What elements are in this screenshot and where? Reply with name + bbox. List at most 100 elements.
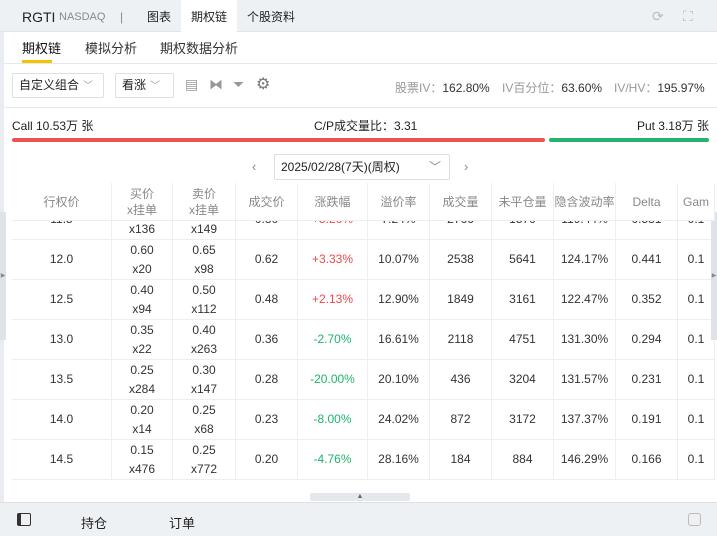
tab-positions[interactable]: 持仓 [81, 513, 107, 532]
cell-text: 0.166 [631, 452, 662, 466]
column-header-strike[interactable]: 行权价 [12, 183, 112, 220]
cell-text: 4751 [509, 332, 536, 346]
cell-text: x98 [194, 261, 214, 276]
cell-gamma: 0.1 [678, 280, 715, 319]
cell-text: 0.65 [192, 242, 216, 257]
cell-text: 20.10% [378, 372, 419, 386]
layout-icon[interactable]: ▤ [185, 76, 198, 93]
cell-text: 5641 [509, 252, 536, 266]
split-icon[interactable]: ⧓ [209, 76, 223, 93]
gear-icon[interactable]: ⚙ [256, 74, 270, 94]
cell-text: -8.00% [313, 412, 352, 426]
cell-change: -8.00% [298, 400, 368, 439]
cell-text: 0.1 [687, 332, 705, 346]
cell-iv: 137.37% [554, 400, 616, 439]
column-header-volume[interactable]: 成交量 [430, 183, 492, 220]
cell-delta: 0.191 [616, 400, 678, 439]
combo-select[interactable]: 自定义组合 ﹀ [12, 73, 104, 98]
cell-open-interest: 3161 [492, 280, 554, 319]
cell-text: 0.30 [192, 362, 216, 377]
subtab-simulate[interactable]: 模拟分析 [85, 38, 137, 57]
cell-text: 3204 [509, 372, 536, 386]
cell-text: 10.07% [378, 252, 419, 266]
column-header-gamma[interactable]: Gam [678, 183, 715, 220]
cell-text: x284 [128, 381, 156, 396]
column-header-bid[interactable]: 买价 x挂单 [112, 183, 173, 220]
collapse-handle[interactable]: ▲ [310, 493, 410, 501]
cell-text: 436 [450, 372, 471, 386]
cell-text: 0.25 [192, 442, 216, 457]
header-text: 行权价 [43, 194, 80, 209]
cell-text: 3161 [509, 292, 536, 306]
table-row[interactable]: 12.5 0.40 x94 0.50 x112 0.48 +2.13% 12.90% 1849 3… [12, 280, 715, 320]
tab-chart[interactable]: 图表 [137, 0, 181, 32]
filter-icon[interactable]: ⏷ [233, 76, 244, 93]
direction-select[interactable]: 看涨 ﹀ [115, 73, 174, 98]
cell-strike: 12.5 [12, 280, 112, 319]
cell-gamma: 0.1 [678, 360, 715, 399]
subtab-chain[interactable]: 期权链 [22, 38, 61, 57]
tab-orders[interactable]: 订单 [169, 513, 195, 532]
cell-premium: 10.07% [368, 240, 430, 279]
left-scroll-handle[interactable]: ▶ [0, 212, 6, 340]
cell-premium: 28.16% [368, 440, 430, 479]
column-header-open-interest[interactable]: 未平仓量 [492, 183, 554, 220]
cell-last: 0.20 [236, 440, 298, 479]
tab-option-chain[interactable]: 期权链 [181, 0, 238, 32]
chevron-down-icon: ﹀ [83, 81, 94, 92]
column-header-delta[interactable]: Delta [616, 183, 678, 220]
cell-text: 0.20 [130, 402, 154, 417]
cell-text: 14.5 [49, 452, 74, 466]
option-chain-panel: 期权链 模拟分析 期权数据分析 自定义组合 ﹀ 看涨 ﹀ ▤ ⧓ ⏷ ⚙ 股票IV：… [4, 32, 717, 502]
cell-bid: 0.40 x94 [112, 280, 173, 319]
cell-text: 146.29% [560, 452, 609, 466]
table-row[interactable]: 13.5 0.25 x284 0.30 x147 0.28 -20.00% 20.10% 436… [12, 360, 715, 400]
table-row[interactable]: 14.5 0.15 x476 0.25 x772 0.20 -4.76% 28.16% 184 8… [12, 440, 715, 480]
table-row[interactable]: 13.0 0.35 x22 0.40 x263 0.36 -2.70% 16.61% 2118 4… [12, 320, 715, 360]
cell-delta: 0.231 [616, 360, 678, 399]
subtab-data[interactable]: 期权数据分析 [160, 38, 238, 57]
column-header-last[interactable]: 成交价 [236, 183, 298, 220]
table-row[interactable]: 14.0 0.20 x14 0.25 x68 0.23 -8.00% 24.02% 872 317… [12, 400, 715, 440]
cell-text: x68 [194, 421, 214, 436]
header-text: 成交价 [248, 194, 285, 209]
column-header-ask[interactable]: 卖价 x挂单 [173, 183, 236, 220]
cell-ask: 0.25 x772 [173, 440, 236, 479]
header-text: Delta [632, 194, 661, 209]
header-text: x挂单 [188, 202, 219, 217]
cell-text: 131.57% [560, 372, 609, 386]
cell-volume: 2118 [430, 320, 492, 359]
cell-open-interest: 3172 [492, 400, 554, 439]
cell-text: 0.35 [130, 322, 154, 337]
cell-text: 0.60 [130, 242, 154, 257]
cell-last: 0.28 [236, 360, 298, 399]
cell-strike: 14.5 [12, 440, 112, 479]
panel-toggle-icon[interactable] [17, 513, 31, 526]
cell-delta: 0.441 [616, 240, 678, 279]
cell-delta: 0.294 [616, 320, 678, 359]
window-icon[interactable] [688, 513, 701, 526]
column-header-premium[interactable]: 溢价率 [368, 183, 430, 220]
right-scroll-handle[interactable]: ▶ [711, 212, 717, 340]
cell-text: x149 [190, 221, 218, 236]
stock-iv: 股票IV：162.80% [395, 79, 490, 96]
table-row[interactable]: 12.0 0.60 x20 0.65 x98 0.62 +3.33% 10.07% 2538 56… [12, 240, 715, 280]
iv-hv: IV/HV：195.97% [614, 79, 705, 96]
put-volume: Put 3.18万 张 [636, 119, 709, 133]
expiry-select[interactable]: 2025/02/28(7天)(周权) ﹀ [274, 154, 450, 180]
cell-text: x476 [128, 461, 156, 476]
cell-text: x14 [132, 421, 152, 436]
tab-profile[interactable]: 个股资料 [237, 0, 305, 32]
next-expiry-icon[interactable]: › [464, 159, 468, 174]
cell-text: x94 [132, 301, 152, 316]
cell-iv: 122.47% [554, 280, 616, 319]
refresh-icon[interactable]: ⟳ [652, 8, 664, 25]
cell-last: 0.36 [236, 320, 298, 359]
column-header-iv[interactable]: 隐含波动率 [554, 183, 616, 220]
cell-text: -4.76% [313, 452, 352, 466]
iv-percentile: IV百分位：63.60% [502, 79, 602, 96]
column-header-change[interactable]: 涨跌幅 [298, 183, 368, 220]
prev-expiry-icon[interactable]: ‹ [252, 159, 256, 174]
cell-bid: 0.35 x22 [112, 320, 173, 359]
fullscreen-icon[interactable]: ⛶ [683, 8, 693, 25]
